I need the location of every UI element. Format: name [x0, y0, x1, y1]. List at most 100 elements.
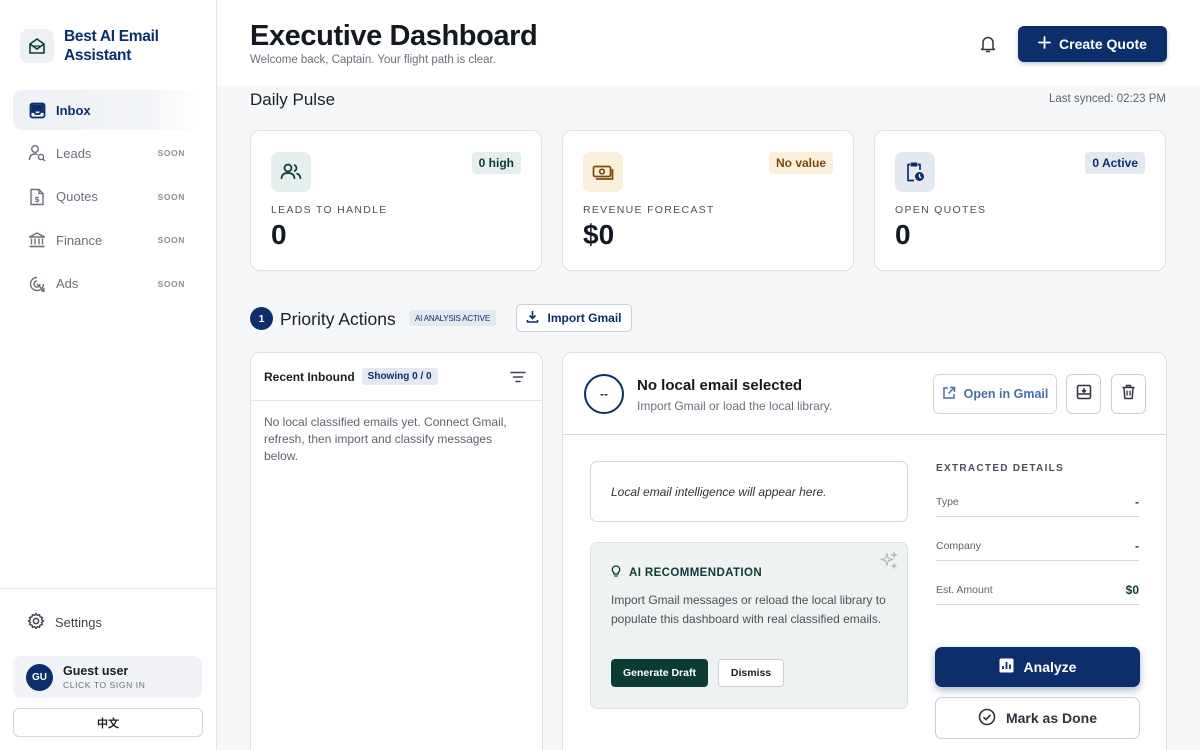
sidebar-item-finance[interactable]: Finance SOON [13, 220, 203, 260]
sidebar-item-label: Finance [56, 232, 103, 248]
extracted-row-amount: Est. Amount $0 [936, 575, 1139, 605]
stat-value: 0 [271, 219, 287, 250]
bar-chart-icon [999, 658, 1014, 676]
sidebar-item-label: Inbox [56, 102, 91, 118]
ai-recommendation-title: AI RECOMMENDATION [629, 567, 763, 579]
users-icon [271, 152, 311, 192]
extracted-key: Type [936, 495, 959, 508]
revenue-card[interactable]: No value REVENUE FORECAST $0 [562, 130, 854, 271]
sidebar-nav: Inbox Leads SOON $ Quotes SOON Finance S… [13, 90, 203, 307]
trash-icon [1121, 384, 1136, 405]
plus-icon [1038, 36, 1051, 52]
dollar-file-icon: $ [27, 187, 47, 207]
step-number-badge: 1 [250, 307, 273, 330]
check-circle-icon [978, 708, 996, 729]
sidebar: Best AI Email Assistant Inbox Leads SOON… [0, 0, 217, 750]
settings-label: Settings [55, 615, 102, 630]
sidebar-item-label: Ads [56, 276, 79, 292]
sidebar-item-label: Leads [56, 145, 92, 161]
sidebar-item-leads[interactable]: Leads SOON [13, 133, 203, 173]
sign-in-hint: CLICK TO SIGN IN [63, 680, 146, 690]
extracted-value: - [1135, 538, 1139, 553]
value-badge: No value [768, 152, 833, 174]
inbox-icon [27, 100, 47, 120]
priority-actions-title: Priority Actions [280, 309, 396, 329]
email-intelligence-placeholder: Local email intelligence will appear her… [590, 461, 908, 522]
filter-icon[interactable] [510, 370, 526, 388]
clipboard-clock-icon [895, 152, 935, 192]
ai-recommendation-card: AI RECOMMENDATION Import Gmail messages … [590, 542, 908, 709]
generate-draft-button[interactable]: Generate Draft [611, 659, 708, 687]
page-subtitle: Welcome back, Captain. Your flight path … [250, 54, 496, 66]
ai-analysis-tag: AI ANALYSIS ACTIVE [409, 310, 496, 326]
last-synced: Last synced: 02:23 PM [1049, 93, 1166, 105]
stat-value: $0 [583, 219, 615, 250]
lightbulb-icon [611, 565, 621, 581]
delete-button[interactable] [1111, 374, 1146, 414]
target-icon [27, 274, 47, 294]
stat-label: OPEN QUOTES [895, 204, 987, 216]
analyze-button[interactable]: Analyze [935, 647, 1140, 687]
bank-icon [27, 230, 47, 250]
open-in-gmail-label: Open in Gmail [963, 387, 1049, 401]
daily-pulse-title: Daily Pulse [250, 90, 336, 109]
leads-card[interactable]: 0 high LEADS TO HANDLE 0 [250, 130, 542, 271]
user-name: Guest user [63, 664, 129, 678]
money-icon [583, 152, 623, 192]
detail-title: No local email selected [637, 377, 803, 394]
ai-recommendation-text: Import Gmail messages or reload the loca… [611, 593, 886, 626]
brand[interactable]: Best AI Email Assistant [20, 27, 184, 65]
bell-icon[interactable] [979, 34, 997, 59]
archive-down-icon [1076, 384, 1092, 405]
sidebar-item-label: Quotes [56, 189, 98, 205]
extracted-details-title: EXTRACTED DETAILS [936, 463, 1065, 474]
page-title: Executive Dashboard [250, 20, 538, 52]
extracted-key: Company [936, 539, 981, 552]
detail-header: -- No local email selected Import Gmail … [563, 353, 1166, 435]
dismiss-button[interactable]: Dismiss [718, 659, 784, 687]
extracted-row-type: Type - [936, 487, 1139, 517]
soon-badge: SOON [157, 191, 185, 202]
users-search-icon [27, 143, 47, 163]
inbound-empty-state: No local classified emails yet. Connect … [264, 415, 507, 463]
envelope-logo-icon [20, 29, 54, 63]
open-quotes-card[interactable]: 0 Active OPEN QUOTES 0 [874, 130, 1166, 271]
import-gmail-button[interactable]: Import Gmail [516, 304, 632, 332]
extracted-row-company: Company - [936, 531, 1139, 561]
inbound-header: Recent Inbound Showing 0 / 0 [251, 353, 542, 401]
active-badge: 0 Active [1085, 152, 1145, 174]
import-gmail-label: Import Gmail [547, 311, 622, 325]
stat-label: LEADS TO HANDLE [271, 204, 388, 216]
extracted-value: - [1135, 494, 1139, 509]
stat-label: REVENUE FORECAST [583, 204, 715, 216]
brand-name: Best AI Email Assistant [64, 28, 159, 64]
user-card[interactable]: GU Guest user CLICK TO SIGN IN [13, 656, 202, 698]
detail-subtitle: Import Gmail or load the local library. [637, 399, 833, 413]
showing-count-badge: Showing 0 / 0 [361, 368, 438, 385]
avatar: GU [26, 663, 53, 691]
sidebar-item-ads[interactable]: Ads SOON [13, 264, 203, 304]
soon-badge: SOON [157, 278, 185, 289]
recent-inbound-panel: Recent Inbound Showing 0 / 0 No local cl… [250, 352, 543, 750]
settings-link[interactable]: Settings [27, 612, 102, 633]
extracted-value: $0 [1125, 582, 1139, 597]
open-in-gmail-button[interactable]: Open in Gmail [933, 374, 1057, 414]
soon-badge: SOON [157, 235, 185, 246]
mark-as-done-label: Mark as Done [1005, 710, 1098, 726]
archive-button[interactable] [1066, 374, 1101, 414]
high-priority-badge: 0 high [471, 152, 521, 174]
sparkle-icon [879, 551, 899, 576]
mark-as-done-button[interactable]: Mark as Done [935, 697, 1140, 739]
sidebar-item-inbox[interactable]: Inbox [13, 90, 203, 130]
ai-recommendation-header: AI RECOMMENDATION [611, 565, 762, 581]
sender-avatar: -- [584, 374, 624, 414]
create-quote-label: Create Quote [1059, 36, 1147, 52]
create-quote-button[interactable]: Create Quote [1018, 26, 1167, 62]
sidebar-divider [0, 588, 216, 589]
sidebar-item-quotes[interactable]: $ Quotes SOON [13, 177, 203, 217]
analyze-label: Analyze [1023, 659, 1077, 675]
external-link-icon [942, 386, 956, 403]
download-icon [526, 310, 539, 326]
stat-value: 0 [895, 219, 911, 250]
language-toggle-button[interactable]: 中文 [13, 708, 203, 737]
